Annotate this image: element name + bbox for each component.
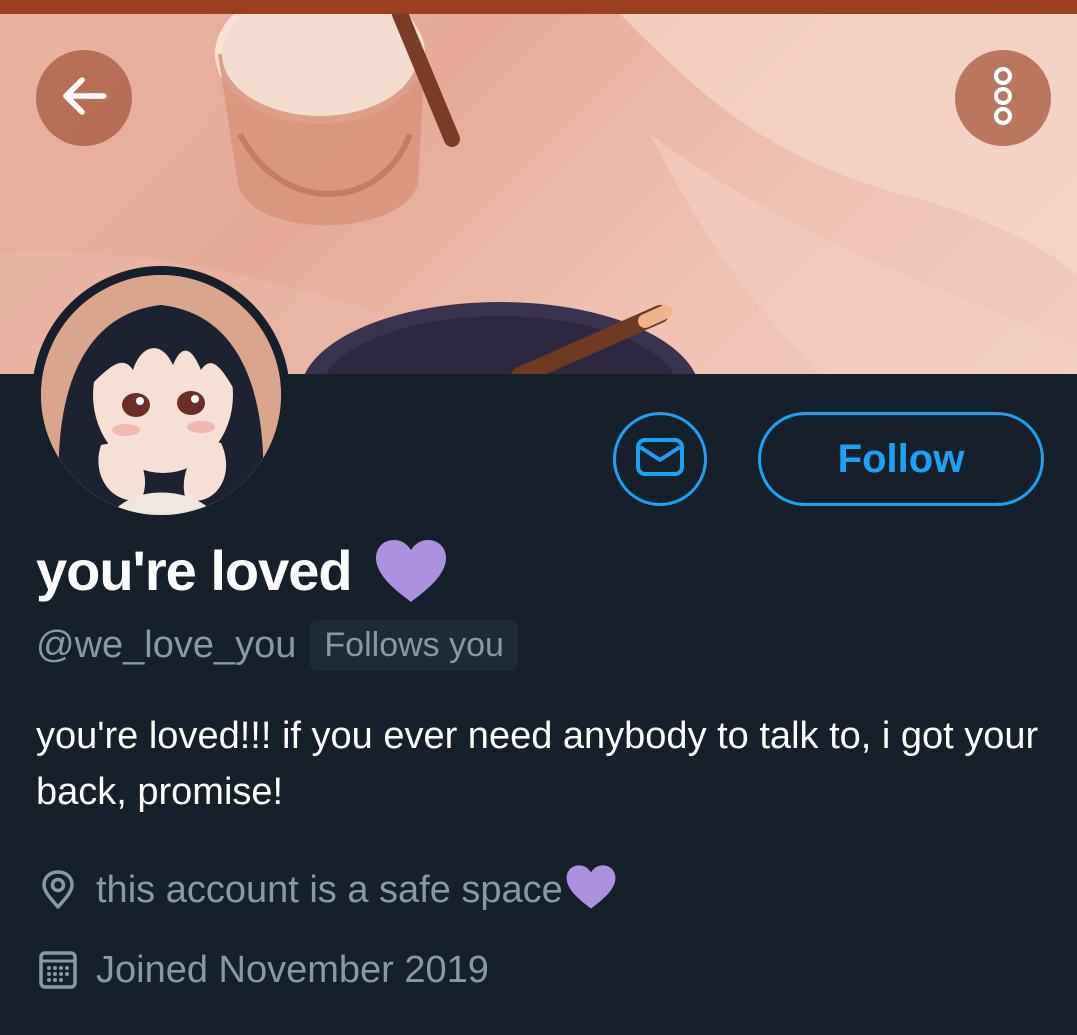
handle: @we_love_you bbox=[36, 623, 297, 666]
display-name: you're loved bbox=[36, 538, 353, 602]
avatar[interactable] bbox=[32, 266, 290, 524]
back-button[interactable] bbox=[36, 50, 132, 146]
follows-you-badge: Follows you bbox=[310, 619, 518, 671]
follow-label: Follow bbox=[837, 436, 965, 481]
more-options-button[interactable] bbox=[955, 50, 1051, 146]
message-button[interactable] bbox=[613, 412, 707, 506]
joined-text: Joined November 2019 bbox=[96, 948, 489, 991]
envelope-icon bbox=[635, 437, 685, 482]
purple-heart-icon bbox=[565, 864, 617, 920]
avatar-image bbox=[41, 275, 281, 515]
display-name-row: you're loved bbox=[36, 530, 448, 610]
joined-row: Joined November 2019 bbox=[36, 940, 489, 1000]
follow-button[interactable]: Follow bbox=[758, 412, 1044, 506]
calendar-icon bbox=[36, 948, 80, 992]
handle-row: @we_love_you Follows you bbox=[36, 618, 518, 672]
arrow-left-icon bbox=[58, 70, 110, 127]
location-row: this account is a safe space bbox=[36, 860, 617, 920]
location-pin-icon bbox=[36, 868, 80, 912]
bio: you're loved!!! if you ever need anybody… bbox=[36, 715, 1039, 813]
purple-heart-icon bbox=[374, 538, 448, 609]
status-strip bbox=[0, 0, 1077, 14]
more-vertical-icon bbox=[988, 66, 1018, 131]
location-text: this account is a safe space bbox=[96, 868, 563, 911]
